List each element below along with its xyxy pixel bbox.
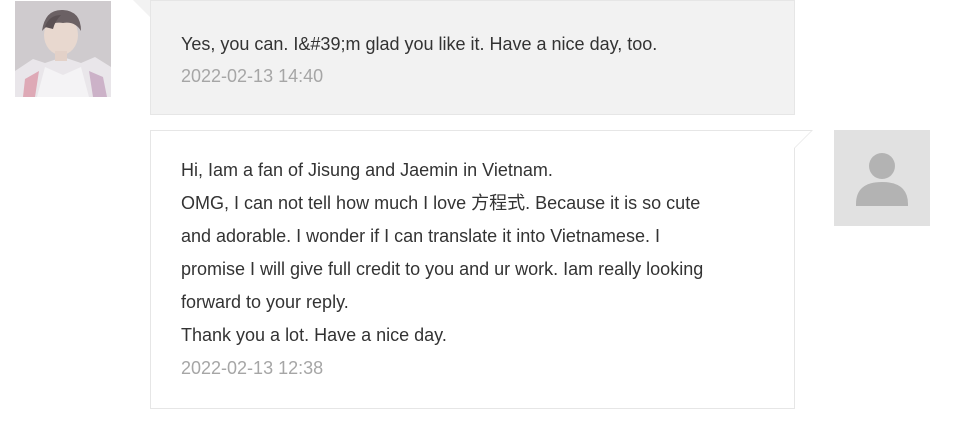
message-timestamp: 2022-02-13 14:40: [181, 66, 324, 86]
user-photo-icon: [15, 1, 111, 97]
user-avatar-default[interactable]: [834, 130, 930, 226]
message-bubble-sent: Hi, Iam a fan of Jisung and Jaemin in Vi…: [150, 130, 795, 409]
message-line: Thank you a lot. Have a nice day.: [181, 325, 447, 345]
bubble-tail-left: [133, 0, 151, 18]
message-timestamp: 2022-02-13 12:38: [181, 358, 324, 378]
message-text: Hi, Iam a fan of Jisung and Jaemin in Vi…: [181, 154, 764, 352]
user-avatar-photo[interactable]: [15, 1, 111, 97]
message-line: and adorable. I wonder if I can translat…: [181, 226, 660, 246]
message-line: Hi, Iam a fan of Jisung and Jaemin in Vi…: [181, 160, 553, 180]
message-line: forward to your reply.: [181, 292, 349, 312]
message-text: Yes, you can. I&#39;m glad you like it. …: [181, 28, 764, 60]
default-user-icon: [856, 153, 908, 206]
message-line: promise I will give full credit to you a…: [181, 259, 704, 279]
bubble-tail-right-fill: [794, 131, 811, 148]
message-bubble-received: Yes, you can. I&#39;m glad you like it. …: [150, 0, 795, 115]
message-line: Yes, you can. I&#39;m glad you like it. …: [181, 34, 658, 54]
message-line: OMG, I can not tell how much I love 方程式.…: [181, 193, 701, 213]
message-thread: Yes, you can. I&#39;m glad you like it. …: [0, 0, 953, 426]
